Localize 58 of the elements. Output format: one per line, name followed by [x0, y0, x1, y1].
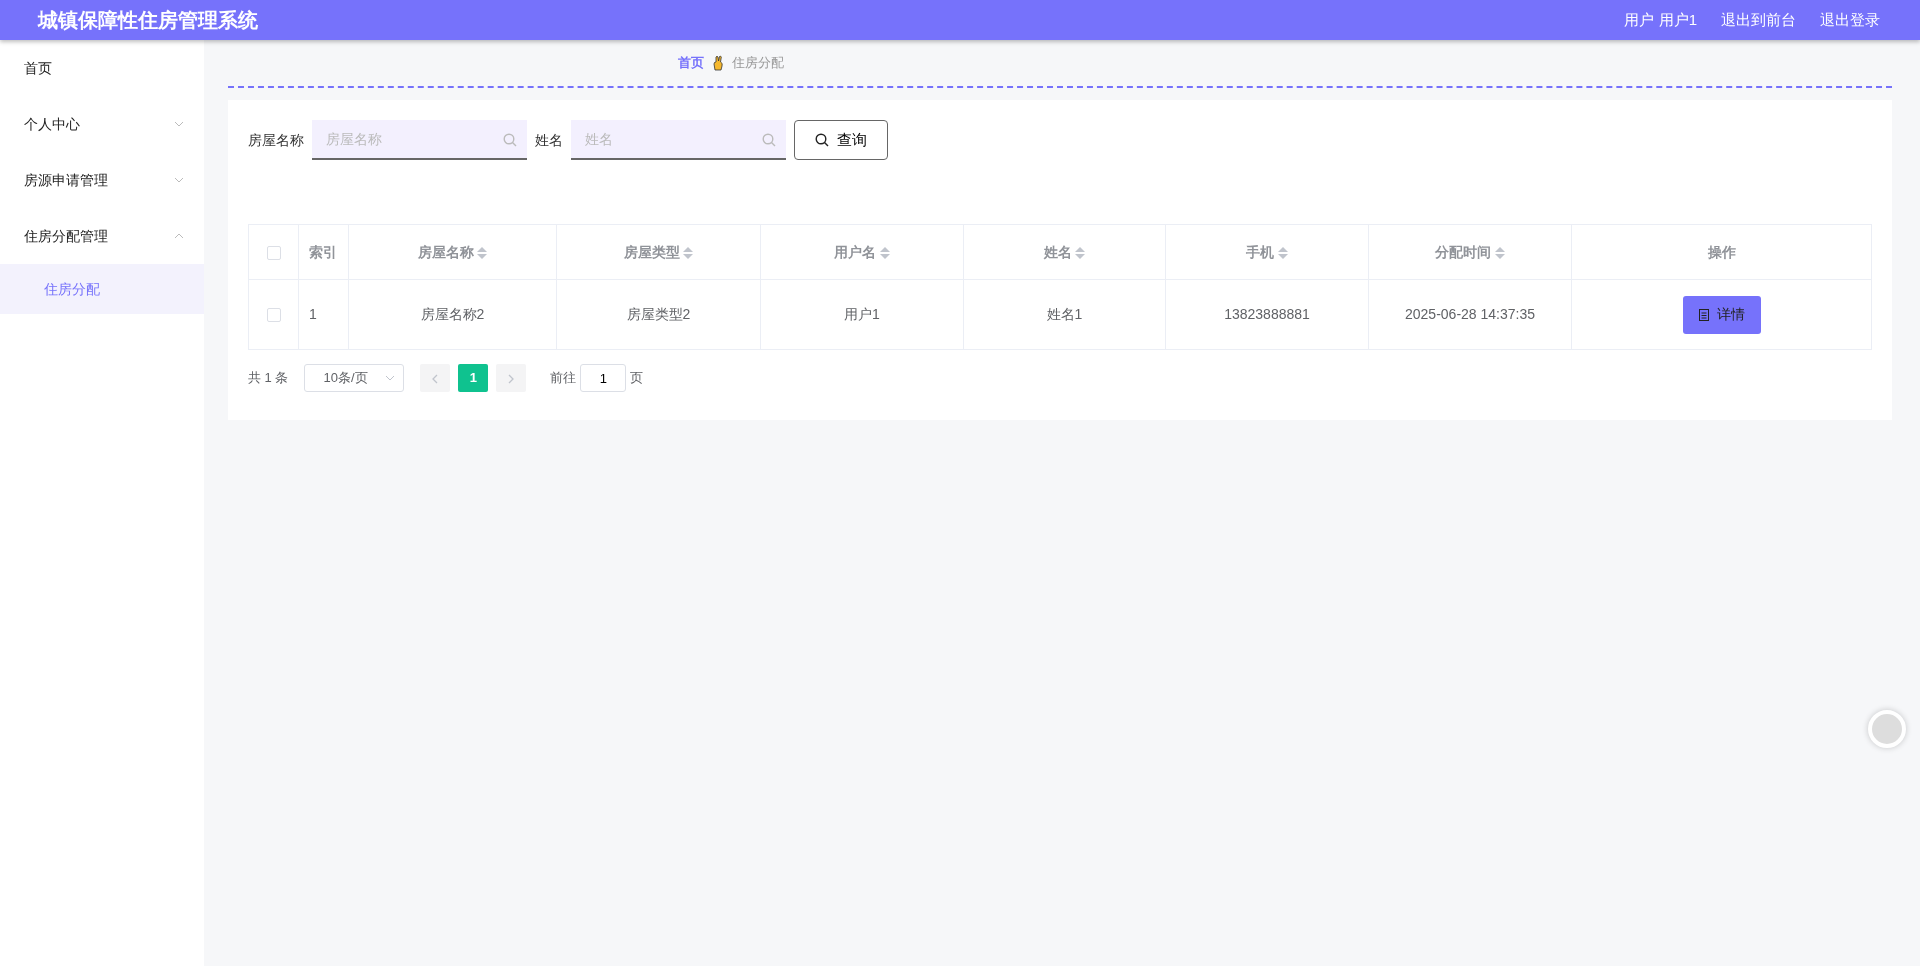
sidebar-item[interactable]: 住房分配管理: [0, 208, 204, 264]
chevron-icon: [174, 121, 184, 127]
chevron-icon: [174, 233, 184, 239]
search-button[interactable]: 查询: [794, 120, 888, 160]
table-cell: 13823888881: [1224, 306, 1310, 322]
table-cell: 用户1: [844, 306, 880, 322]
header-link[interactable]: 退出到前台: [1721, 8, 1796, 32]
column-header[interactable]: 手机: [1246, 243, 1275, 260]
checkbox[interactable]: [266, 308, 281, 323]
goto-suffix: 页: [630, 369, 644, 388]
column-header[interactable]: 分配时间: [1435, 243, 1492, 260]
search-icon: [503, 133, 517, 147]
total-count: 共 1 条: [248, 369, 289, 388]
column-header[interactable]: 房屋名称: [417, 243, 474, 260]
column-header[interactable]: 用户名: [834, 243, 877, 260]
sidebar-subitem[interactable]: 住房分配: [0, 264, 204, 314]
table-cell: 姓名1: [1046, 306, 1083, 322]
page-number[interactable]: 1: [458, 364, 489, 392]
table-cell: 房屋类型2: [626, 306, 691, 322]
search-field[interactable]: 姓名: [571, 120, 786, 160]
field-label: 姓名: [535, 130, 563, 150]
header-link[interactable]: 退出登录: [1820, 8, 1880, 32]
details-button[interactable]: 详情: [1682, 295, 1761, 334]
sidebar-item[interactable]: 首页: [0, 40, 204, 96]
table-cell: 2025-06-28 14:37:35: [1405, 306, 1535, 322]
table-cell: 1: [309, 306, 317, 322]
breadcrumb-current: 住房分配: [732, 54, 784, 73]
column-header[interactable]: 房屋类型: [623, 243, 680, 260]
checkbox[interactable]: [266, 245, 281, 260]
document-icon: [1698, 308, 1709, 321]
chevron-icon: [431, 373, 440, 384]
chevron-icon: [507, 373, 516, 384]
search-field[interactable]: 房屋名称: [312, 120, 527, 160]
column-header: 操作: [1707, 243, 1736, 260]
sort-icon: [1494, 246, 1505, 259]
sidebar-item[interactable]: 个人中心: [0, 96, 204, 152]
sort-icon: [879, 246, 890, 259]
app-title: 城镇保障性住房管理系统: [38, 8, 258, 33]
header-link[interactable]: 用户 用户1: [1624, 8, 1697, 32]
column-header[interactable]: 姓名: [1043, 243, 1072, 260]
avatar-placeholder[interactable]: [1868, 710, 1906, 748]
hand-icon: [712, 55, 724, 71]
field-label: 房屋名称: [248, 130, 304, 150]
sidebar-item[interactable]: 房源申请管理: [0, 152, 204, 208]
column-header: 索引: [309, 243, 337, 260]
page-input[interactable]: 1: [580, 364, 627, 392]
breadcrumb-link[interactable]: 首页: [678, 53, 704, 73]
chevron-icon: [174, 177, 184, 183]
sort-icon: [683, 246, 694, 259]
goto-label: 前往: [550, 369, 577, 388]
caret-icon: [385, 375, 396, 381]
sort-icon: [477, 246, 488, 259]
search-icon: [815, 133, 829, 147]
table-cell: 房屋名称2: [420, 306, 485, 322]
page-size-select[interactable]: 10条/页: [304, 364, 405, 392]
sort-icon: [1075, 246, 1086, 259]
sort-icon: [1277, 246, 1288, 259]
search-icon: [762, 133, 776, 147]
